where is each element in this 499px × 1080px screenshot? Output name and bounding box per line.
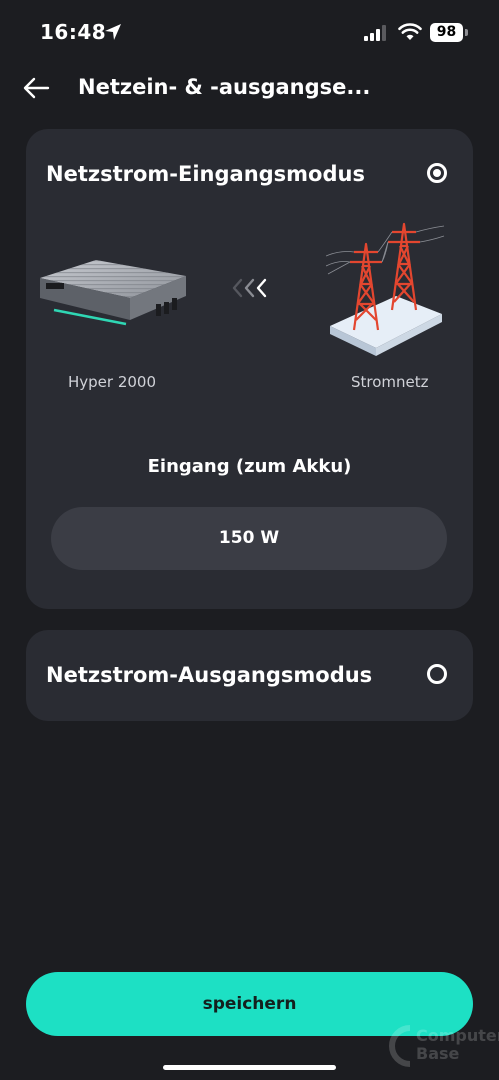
watermark-line-2: Base xyxy=(416,1044,460,1063)
radio-selected-dot xyxy=(433,169,441,177)
back-arrow-icon[interactable] xyxy=(22,76,50,100)
input-heading: Eingang (zum Akku) xyxy=(147,456,352,477)
input-mode-radio[interactable] xyxy=(427,163,447,183)
watermark-line-1: Computer xyxy=(416,1026,499,1045)
battery-tip xyxy=(465,29,468,36)
input-mode-card[interactable]: Netzstrom-Eingangsmodus Hyper 2000 Strom… xyxy=(26,129,473,609)
input-mode-title: Netzstrom-Eingangsmodus xyxy=(46,162,365,186)
output-mode-card[interactable]: Netzstrom-Ausgangsmodus xyxy=(26,630,473,721)
watermark-text: Computer Base xyxy=(416,1027,499,1063)
wifi-icon xyxy=(398,23,422,40)
home-indicator xyxy=(163,1065,336,1070)
battery-indicator: 98 xyxy=(430,23,463,42)
output-mode-radio[interactable] xyxy=(427,664,447,684)
status-bar: 16:48 98 xyxy=(0,0,499,64)
input-power-field[interactable]: 150 W xyxy=(51,507,447,570)
device-label: Hyper 2000 xyxy=(68,373,157,391)
power-grid-pylon-image xyxy=(326,222,445,356)
computerbase-watermark: Computer Base xyxy=(388,1020,499,1070)
page-title: Netzein- & -ausgangse... xyxy=(78,75,371,99)
output-mode-title: Netzstrom-Ausgangsmodus xyxy=(46,663,373,687)
status-time: 16:48 xyxy=(40,20,107,44)
hyper-2000-device-image xyxy=(40,260,186,326)
triple-chevron-left-icon xyxy=(232,278,267,298)
location-arrow-icon xyxy=(105,24,121,40)
grid-label: Stromnetz xyxy=(351,373,429,391)
cellular-signal-icon xyxy=(364,25,386,41)
